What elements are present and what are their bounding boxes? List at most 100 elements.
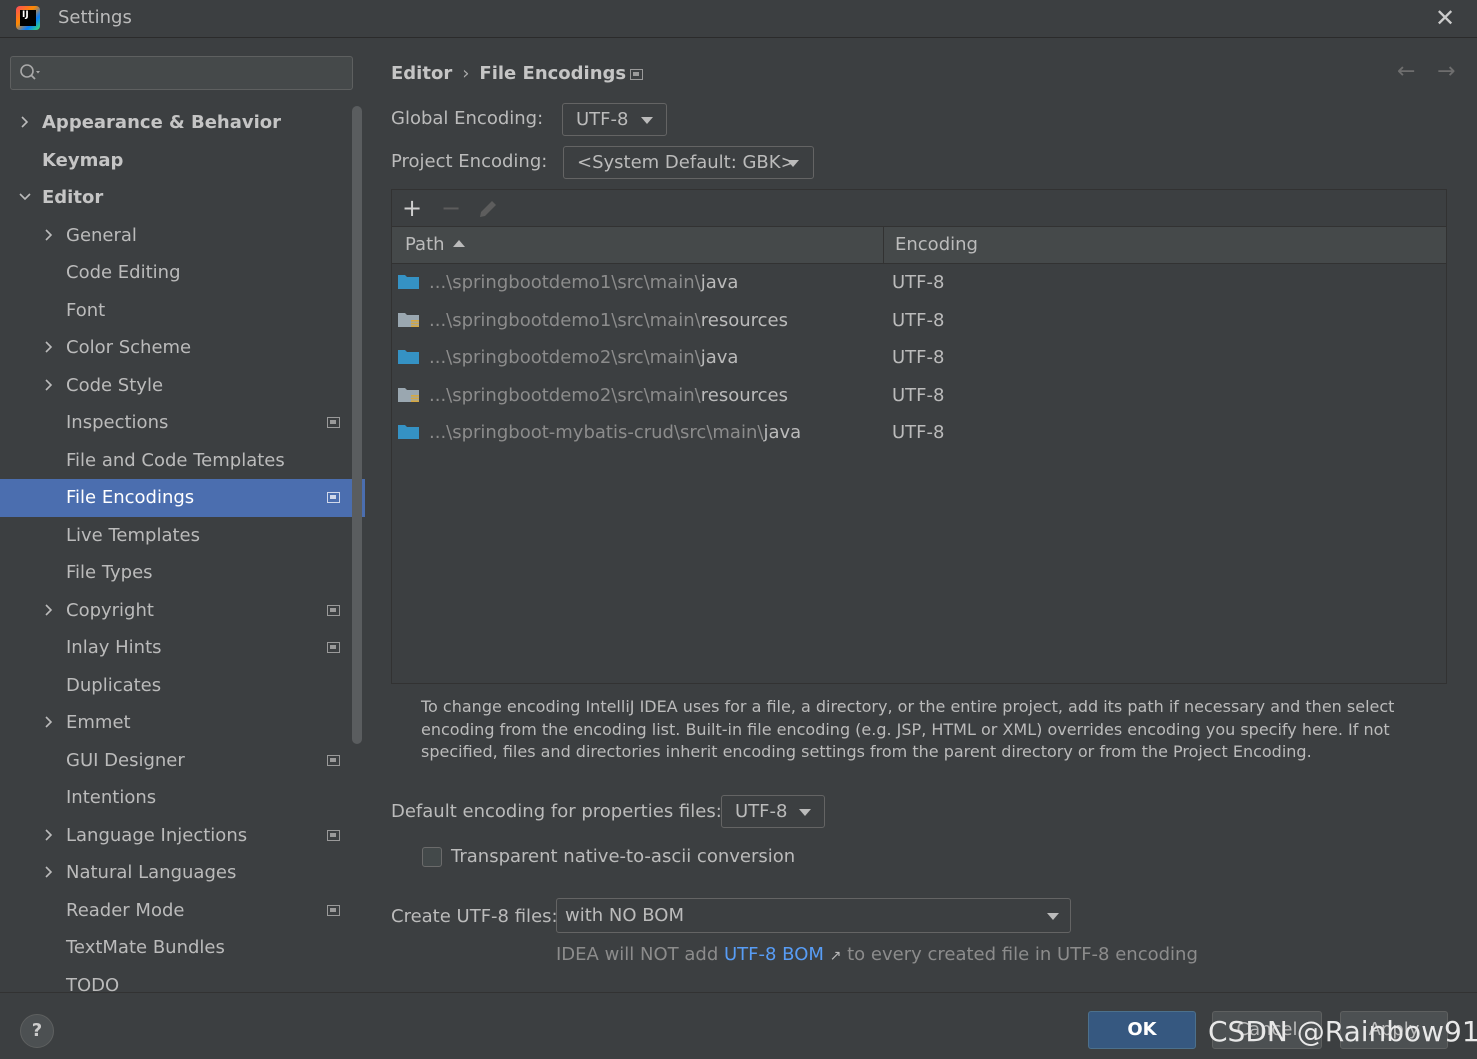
sidebar-item-todo[interactable]: TODO xyxy=(0,967,365,993)
sidebar-item-label: File Encodings xyxy=(66,487,195,508)
source-folder-icon xyxy=(398,275,419,289)
sidebar-item-duplicates[interactable]: Duplicates xyxy=(0,667,365,705)
sidebar-item-label: Natural Languages xyxy=(66,862,237,883)
chevron-down-icon[interactable] xyxy=(18,189,32,205)
sidebar-item-code-editing[interactable]: Code Editing xyxy=(0,254,365,292)
encoding-cell[interactable]: UTF-8 xyxy=(892,310,944,331)
sidebar-item-appearance-behavior[interactable]: Appearance & Behavior xyxy=(0,104,365,142)
create-utf8-select[interactable]: with NO BOM xyxy=(556,898,1071,933)
chevron-right-icon[interactable] xyxy=(42,827,56,843)
sort-ascending-icon xyxy=(452,240,465,247)
table-row[interactable]: ...\springbootdemo2\src\main\resources UT… xyxy=(392,377,1446,415)
transparent-conversion-checkbox[interactable] xyxy=(422,847,442,867)
path-prefix: ...\springbootdemo1\src\main\ xyxy=(429,272,701,293)
path-cell: ...\springbootdemo1\src\main\java xyxy=(429,272,738,293)
utf8-bom-link[interactable]: UTF-8 BOM xyxy=(724,944,824,965)
properties-encoding-label: Default encoding for properties files: xyxy=(391,801,722,822)
create-utf8-value: with NO BOM xyxy=(565,905,684,926)
sidebar-item-editor[interactable]: Editor xyxy=(0,179,365,217)
search-icon[interactable] xyxy=(19,63,41,83)
path-leaf: java xyxy=(700,272,739,293)
chevron-down-icon xyxy=(799,809,811,816)
resources-folder-icon xyxy=(398,312,419,327)
csdn-watermark: CSDN @Rainbow918 xyxy=(1208,1015,1477,1048)
sidebar-item-label: Live Templates xyxy=(66,524,200,546)
sidebar-item-label: Keymap xyxy=(42,149,124,171)
column-divider[interactable] xyxy=(883,227,884,264)
encoding-cell[interactable]: UTF-8 xyxy=(892,272,944,293)
sidebar-item-copyright[interactable]: Copyright xyxy=(0,592,365,630)
sidebar-item-color-scheme[interactable]: Color Scheme xyxy=(0,329,365,367)
sidebar-item-label: Editor xyxy=(42,187,104,208)
forward-arrow-icon[interactable]: → xyxy=(1437,59,1455,84)
chevron-right-icon[interactable] xyxy=(42,377,56,393)
sidebar-item-file-and-code-templates[interactable]: File and Code Templates xyxy=(0,442,365,480)
breadcrumb-current: File Encodings xyxy=(479,63,627,84)
breadcrumb: Editor › File Encodings xyxy=(391,63,626,84)
sidebar-item-gui-designer[interactable]: GUI Designer xyxy=(0,742,365,780)
resources-folder-icon xyxy=(398,387,419,402)
chevron-right-icon[interactable] xyxy=(18,114,32,130)
title-bar: IJ Settings ✕ xyxy=(0,0,1477,38)
sidebar-item-reader-mode[interactable]: Reader Mode xyxy=(0,892,365,930)
sidebar-item-file-types[interactable]: File Types xyxy=(0,554,365,592)
global-encoding-select[interactable]: UTF-8 xyxy=(562,103,667,136)
settings-sidebar: Appearance & Behavior Keymap Editor General… xyxy=(0,39,365,992)
add-button[interactable]: + xyxy=(398,194,426,222)
chevron-right-icon[interactable] xyxy=(42,714,56,730)
encoding-cell[interactable]: UTF-8 xyxy=(892,422,944,443)
search-input[interactable] xyxy=(45,60,345,86)
help-button[interactable]: ? xyxy=(20,1014,54,1048)
sidebar-item-inlay-hints[interactable]: Inlay Hints xyxy=(0,629,365,667)
chevron-right-icon[interactable] xyxy=(42,339,56,355)
sidebar-item-label: Appearance & Behavior xyxy=(42,112,282,133)
sidebar-item-label: GUI Designer xyxy=(66,749,185,771)
sidebar-item-keymap[interactable]: Keymap xyxy=(0,142,365,180)
path-cell: ...\springboot-mybatis-crud\src\main\jav… xyxy=(429,422,801,443)
sidebar-item-label: Color Scheme xyxy=(66,337,192,358)
sidebar-item-inspections[interactable]: Inspections xyxy=(0,404,365,442)
remove-button[interactable]: − xyxy=(437,194,465,222)
path-prefix: ...\springbootdemo2\src\main\ xyxy=(429,384,701,406)
sidebar-item-file-encodings[interactable]: File Encodings xyxy=(0,479,365,517)
chevron-right-icon[interactable] xyxy=(42,602,56,618)
ok-button[interactable]: OK xyxy=(1088,1011,1196,1049)
breadcrumb-parent[interactable]: Editor xyxy=(391,63,452,84)
sidebar-scrollbar[interactable] xyxy=(352,106,362,744)
sidebar-item-language-injections[interactable]: Language Injections xyxy=(0,817,365,855)
sidebar-item-label: File and Code Templates xyxy=(66,449,285,471)
sidebar-item-textmate-bundles[interactable]: TextMate Bundles xyxy=(0,929,365,967)
project-encoding-select[interactable]: <System Default: GBK> xyxy=(563,146,814,179)
chevron-down-icon xyxy=(787,160,799,167)
sidebar-item-label: File Types xyxy=(66,562,153,583)
table-row[interactable]: ...\springbootdemo2\src\main\java UTF-8 xyxy=(392,339,1446,377)
sidebar-item-natural-languages[interactable]: Natural Languages xyxy=(0,854,365,892)
edit-pencil-icon[interactable] xyxy=(477,198,499,220)
close-button[interactable]: ✕ xyxy=(1430,4,1460,34)
chevron-right-icon[interactable] xyxy=(42,864,56,880)
encoding-cell[interactable]: UTF-8 xyxy=(892,385,944,406)
global-encoding-label: Global Encoding: xyxy=(391,108,544,129)
chevron-right-icon[interactable] xyxy=(42,227,56,243)
sidebar-item-intentions[interactable]: Intentions xyxy=(0,779,365,817)
encoding-cell[interactable]: UTF-8 xyxy=(892,347,944,368)
create-utf8-label: Create UTF-8 files: xyxy=(391,906,558,927)
project-encoding-value: <System Default: GBK> xyxy=(577,152,796,173)
path-leaf: java xyxy=(763,422,802,443)
sidebar-item-emmet[interactable]: Emmet xyxy=(0,704,365,742)
back-arrow-icon[interactable]: ← xyxy=(1397,59,1415,84)
sidebar-item-code-style[interactable]: Code Style xyxy=(0,367,365,405)
table-row[interactable]: ...\springbootdemo1\src\main\java UTF-8 xyxy=(392,264,1446,302)
properties-encoding-select[interactable]: UTF-8 xyxy=(721,795,825,828)
encoding-column-header[interactable]: Encoding xyxy=(895,234,978,255)
global-encoding-value: UTF-8 xyxy=(576,109,629,130)
sidebar-item-font[interactable]: Font xyxy=(0,292,365,330)
source-folder-icon xyxy=(398,350,419,364)
transparent-conversion-label[interactable]: Transparent native-to-ascii conversion xyxy=(451,846,795,867)
sidebar-item-general[interactable]: General xyxy=(0,217,365,255)
sidebar-item-label: TODO xyxy=(66,974,120,993)
table-row[interactable]: ...\springboot-mybatis-crud\src\main\jav… xyxy=(392,414,1446,452)
sidebar-item-live-templates[interactable]: Live Templates xyxy=(0,517,365,555)
table-row[interactable]: ...\springbootdemo1\src\main\resources UT… xyxy=(392,302,1446,340)
path-column-header[interactable]: Path xyxy=(405,234,465,255)
